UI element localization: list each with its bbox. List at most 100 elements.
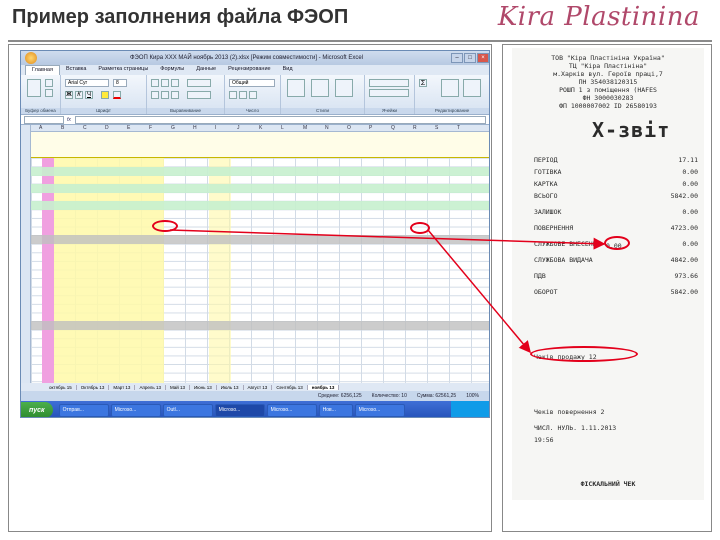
italic-icon[interactable]: К <box>75 91 83 99</box>
name-box[interactable] <box>24 115 64 124</box>
receipt-header-line: ТЦ "Кіра Пластініна" <box>568 62 648 70</box>
sheet-tab[interactable]: Октябрь 13 <box>77 384 110 390</box>
taskbar-item[interactable]: Microso... <box>214 403 265 417</box>
cell-area[interactable] <box>31 132 489 383</box>
tab-insert[interactable]: Вставка <box>60 65 92 75</box>
sheet-tab[interactable]: Сентябрь 13 <box>272 384 308 390</box>
cut-icon[interactable] <box>45 79 53 87</box>
column-headers: A B C D E F G H I J K L M N O P Q R S T <box>21 125 489 132</box>
tab-page-layout[interactable]: Разметка страницы <box>92 65 154 75</box>
taskbar-item[interactable]: Отправ... <box>58 403 109 417</box>
fx-icon[interactable]: fx <box>67 117 71 123</box>
highlight-ellipse-cell <box>152 220 178 232</box>
column-letter[interactable]: D <box>105 125 109 131</box>
find-select-icon[interactable] <box>463 79 481 97</box>
align-left-icon[interactable] <box>151 91 159 99</box>
currency-icon[interactable] <box>229 91 237 99</box>
spreadsheet-grid[interactable]: A B C D E F G H I J K L M N O P Q R S T <box>21 125 489 383</box>
format-as-table-icon[interactable] <box>311 79 329 97</box>
align-center-icon[interactable] <box>161 91 169 99</box>
tab-data[interactable]: Данные <box>190 65 222 75</box>
font-size-select[interactable]: 8 <box>113 79 127 87</box>
font-name-select[interactable]: Arial Cyr <box>65 79 109 87</box>
sheet-tab[interactable]: Апрель 13 <box>135 384 166 390</box>
column-letter[interactable]: E <box>127 125 130 131</box>
column-letter[interactable]: N <box>325 125 329 131</box>
column-letter[interactable]: S <box>435 125 438 131</box>
group-label: Шрифт <box>61 108 146 114</box>
tab-home[interactable]: Главная <box>25 65 60 75</box>
receipt-footer-line: ФІСКАЛЬНИЙ ЧЕК <box>580 480 636 488</box>
minimize-button[interactable]: – <box>451 53 463 63</box>
receipt-line: ПЕРІОД 17.11 <box>534 156 698 164</box>
receipt-line: КАРТКА 0.00 <box>534 180 698 188</box>
column-letter[interactable]: Q <box>391 125 395 131</box>
conditional-format-icon[interactable] <box>287 79 305 97</box>
align-middle-icon[interactable] <box>161 79 169 87</box>
start-button[interactable]: пуск <box>21 402 53 417</box>
column-letter[interactable]: B <box>61 125 64 131</box>
excel-titlebar: ФЭОП Кира XXX МАЙ ноябрь 2013 (2).xlsx [… <box>21 51 489 65</box>
sheet-tab[interactable]: Март 13 <box>109 384 136 390</box>
number-format-select[interactable]: Общий <box>229 79 275 87</box>
sheet-tab[interactable]: Август 13 <box>244 384 273 390</box>
column-letter[interactable]: R <box>413 125 417 131</box>
column-letter[interactable]: O <box>347 125 351 131</box>
ribbon-group-font: Arial Cyr 8 Ж К Ч Шрифт <box>61 75 147 114</box>
align-top-icon[interactable] <box>151 79 159 87</box>
zoom-level[interactable]: 100% <box>466 393 479 399</box>
fill-color-icon[interactable] <box>101 91 109 99</box>
tab-view[interactable]: Вид <box>277 65 299 75</box>
column-letter[interactable]: K <box>259 125 262 131</box>
taskbar-item[interactable]: Microso... <box>110 403 161 417</box>
delete-cells-icon[interactable] <box>369 89 409 97</box>
grey-row <box>31 235 489 244</box>
taskbar-item[interactable]: Microso... <box>266 403 317 417</box>
formula-input[interactable] <box>74 115 486 124</box>
wrap-text-icon[interactable] <box>187 79 211 87</box>
tab-review[interactable]: Рецензирование <box>222 65 276 75</box>
column-letter[interactable]: F <box>149 125 152 131</box>
sort-filter-icon[interactable] <box>441 79 459 97</box>
copy-icon[interactable] <box>45 89 53 97</box>
autosum-icon[interactable]: Σ <box>419 79 427 87</box>
close-button[interactable]: × <box>477 53 489 63</box>
column-letter[interactable]: P <box>369 125 372 131</box>
sheet-tab[interactable]: Май 13 <box>166 384 191 390</box>
insert-cells-icon[interactable] <box>369 79 409 87</box>
thousands-icon[interactable] <box>249 91 257 99</box>
column-letter[interactable]: J <box>237 125 240 131</box>
column-letter[interactable]: T <box>457 125 460 131</box>
align-bottom-icon[interactable] <box>171 79 179 87</box>
font-color-icon[interactable] <box>113 91 121 99</box>
brand-logo: Kira Plastinina <box>497 2 700 32</box>
paste-icon[interactable] <box>27 79 41 97</box>
group-label: Стили <box>281 108 364 114</box>
bold-icon[interactable]: Ж <box>65 91 73 99</box>
ribbon-group-cells: Ячейки <box>365 75 415 114</box>
maximize-button[interactable]: □ <box>464 53 476 63</box>
underline-icon[interactable]: Ч <box>85 91 93 99</box>
taskbar-item[interactable]: Outl... <box>162 403 213 417</box>
column-letter[interactable]: C <box>83 125 87 131</box>
cell-styles-icon[interactable] <box>335 79 353 97</box>
column-letter[interactable]: G <box>171 125 175 131</box>
column-letter[interactable]: H <box>193 125 197 131</box>
percent-icon[interactable] <box>239 91 247 99</box>
sheet-tab[interactable]: октябрь 15 <box>45 384 77 390</box>
column-letter[interactable]: A <box>39 125 42 131</box>
tab-formulas[interactable]: Формулы <box>154 65 190 75</box>
align-right-icon[interactable] <box>171 91 179 99</box>
column-letter[interactable]: I <box>215 125 216 131</box>
taskbar-item[interactable]: Нов... <box>318 403 353 417</box>
column-letter[interactable]: L <box>281 125 284 131</box>
ribbon-group-styles: Стили <box>281 75 365 114</box>
merge-cells-icon[interactable] <box>187 91 211 99</box>
office-button-icon[interactable] <box>25 52 37 64</box>
sheet-tab-active[interactable]: ноябрь 13 <box>307 384 340 390</box>
column-letter[interactable]: M <box>303 125 307 131</box>
sheet-tab[interactable]: Июль 13 <box>217 384 244 390</box>
sheet-tab[interactable]: Июнь 13 <box>190 384 217 390</box>
taskbar-item[interactable]: Microso... <box>354 403 405 417</box>
receipt-line: ПОВЕРНЕННЯ 4723.00 <box>534 224 698 232</box>
